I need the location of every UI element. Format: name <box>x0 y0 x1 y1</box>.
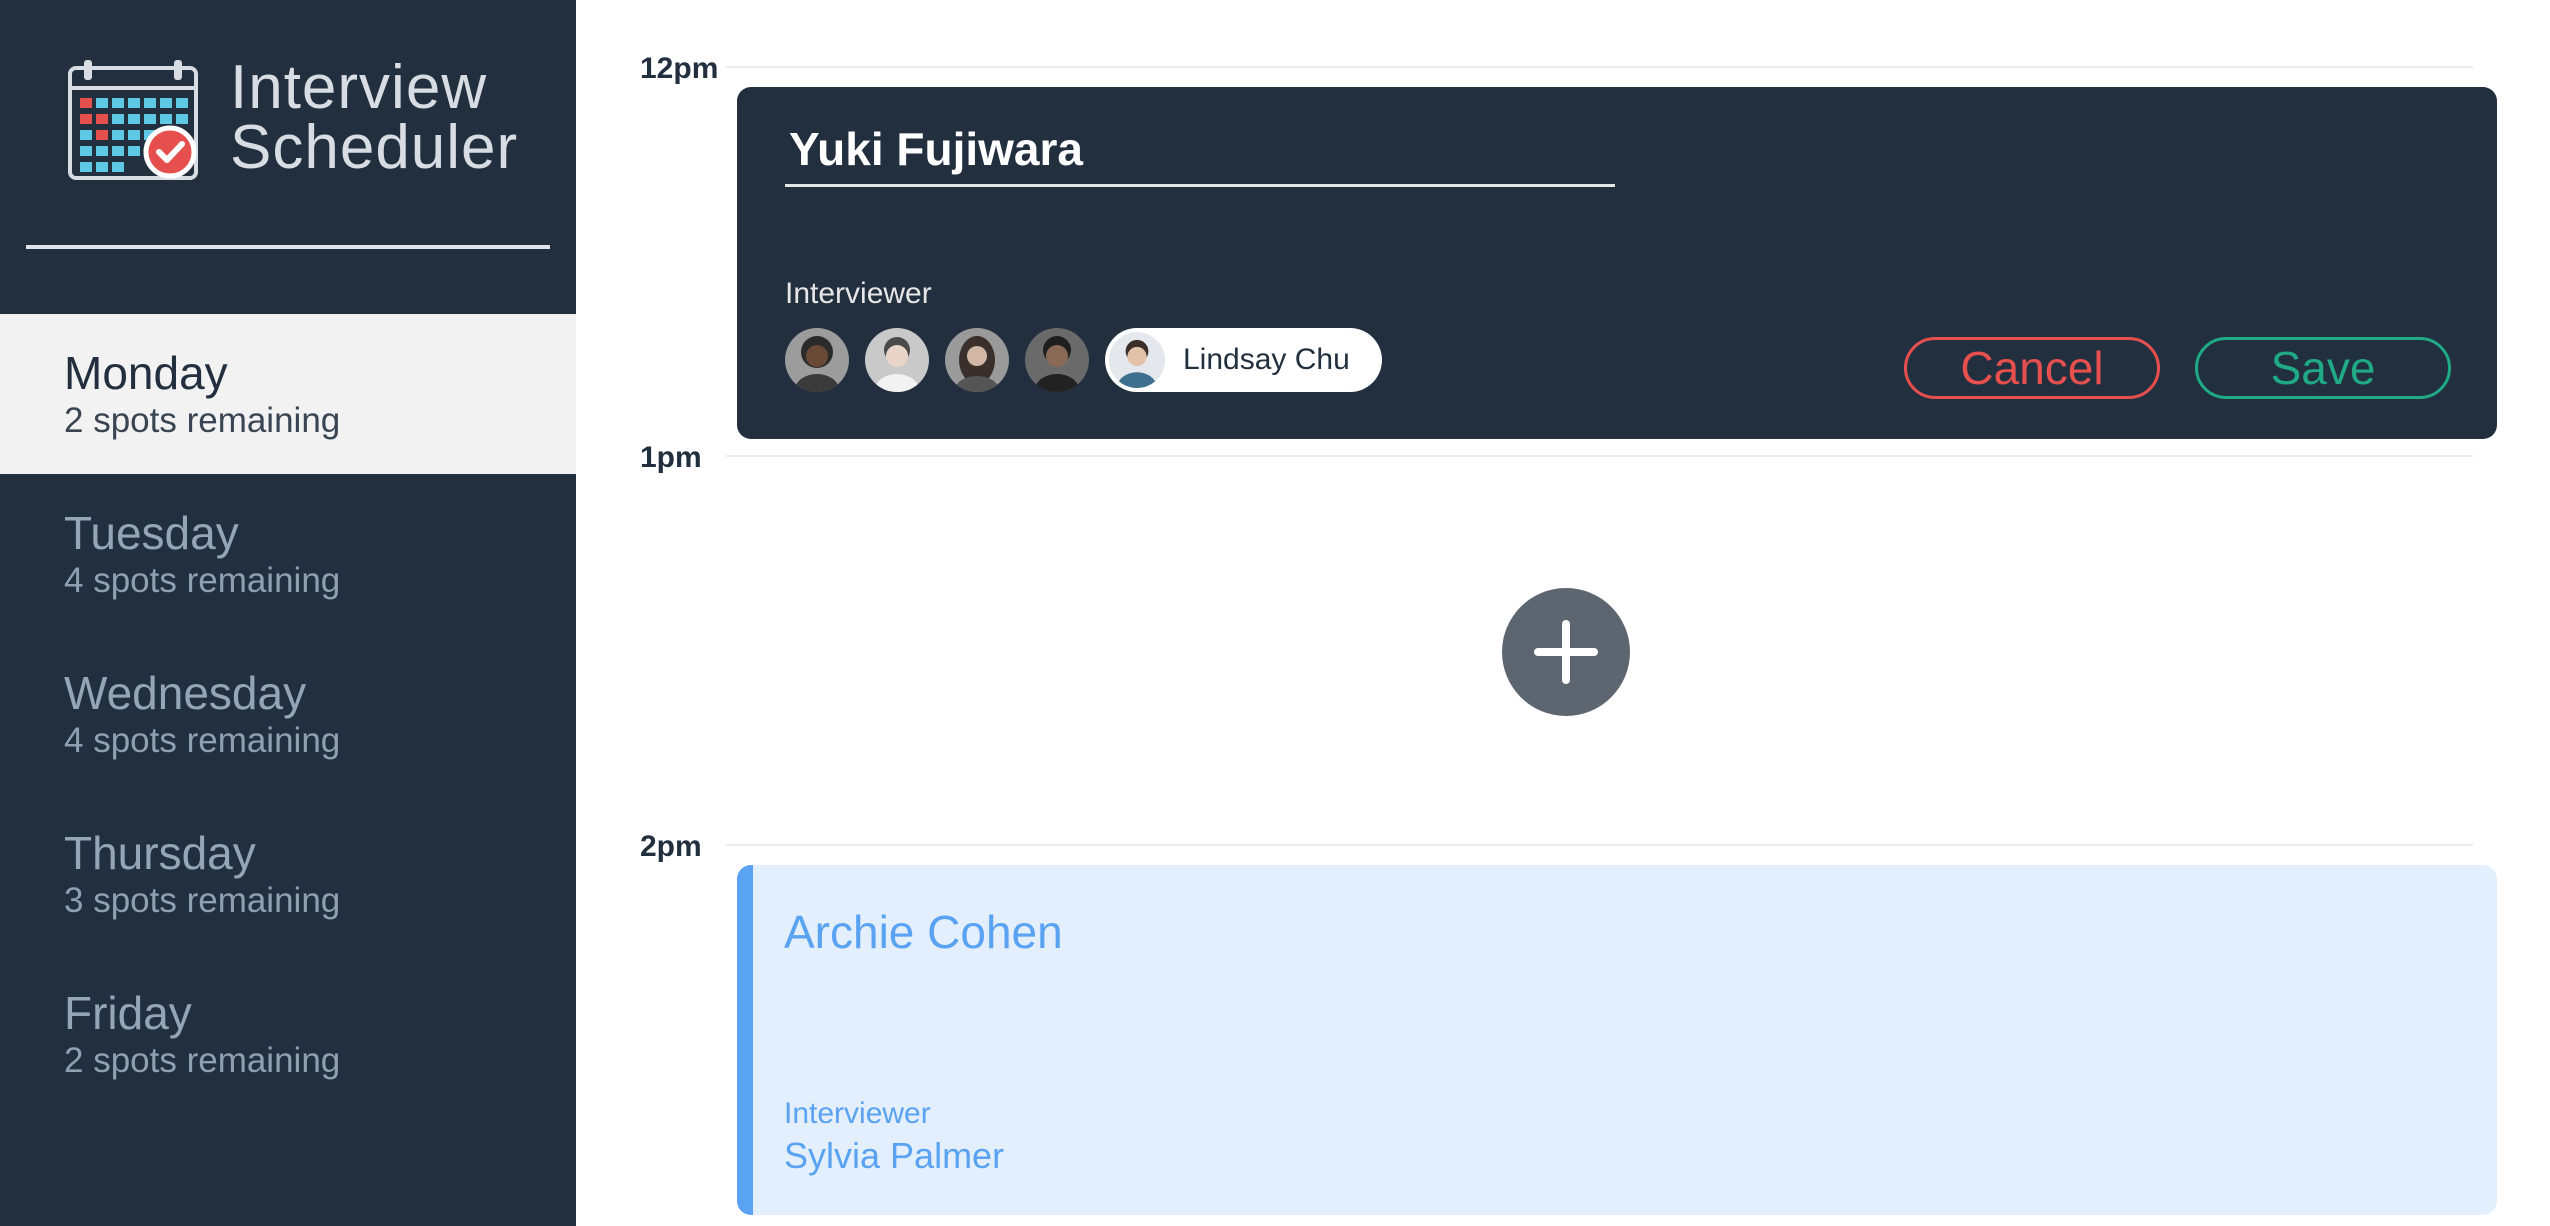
app-title-line1: Interview <box>230 53 488 122</box>
selected-interviewer[interactable]: Lindsay Chu <box>1105 328 1382 392</box>
appointment-student-name: Archie Cohen <box>784 906 1063 958</box>
appointment-interviewer-name: Sylvia Palmer <box>784 1135 1005 1176</box>
selected-interviewer-name: Lindsay Chu <box>1183 343 1350 376</box>
time-label-1pm: 1pm <box>640 441 702 474</box>
save-button[interactable]: Save <box>2195 337 2451 399</box>
day-name: Wednesday <box>64 667 307 719</box>
appointment-edit-form: Interviewer <box>737 87 2497 439</box>
add-appointment-button[interactable] <box>1502 588 1630 716</box>
app-title: Interview Scheduler <box>230 53 519 182</box>
student-name-input[interactable] <box>785 121 1615 187</box>
day-name: Tuesday <box>64 507 239 559</box>
schedule: 12pm 1pm 2pm Interviewer <box>576 0 2550 1226</box>
interviewer-label: Interviewer <box>785 277 932 310</box>
hour-divider <box>726 455 2473 457</box>
sidebar: Interview Scheduler Monday 2 spots remai… <box>0 0 576 1226</box>
calendar-check-icon <box>68 60 198 180</box>
plus-icon <box>1534 620 1598 684</box>
day-name: Thursday <box>64 827 256 879</box>
appointment-accent-bar <box>737 865 753 1215</box>
interviewer-avatar-icon[interactable] <box>1025 328 1089 392</box>
interviewer-avatar-icon[interactable] <box>785 328 849 392</box>
day-item-tuesday[interactable]: Tuesday 4 spots remaining <box>0 474 576 634</box>
day-spots: 2 spots remaining <box>64 1041 341 1080</box>
day-item-wednesday[interactable]: Wednesday 4 spots remaining <box>0 634 576 794</box>
day-item-friday[interactable]: Friday 2 spots remaining <box>0 954 576 1114</box>
day-spots: 2 spots remaining <box>64 401 341 440</box>
interviewer-avatar-icon[interactable] <box>865 328 929 392</box>
sidebar-divider <box>26 245 550 249</box>
time-label-12pm: 12pm <box>640 52 719 85</box>
day-name: Friday <box>64 987 192 1039</box>
day-item-monday[interactable]: Monday 2 spots remaining <box>0 314 576 474</box>
time-label-2pm: 2pm <box>640 830 702 863</box>
app-title-line2: Scheduler <box>230 113 519 182</box>
appointment-card[interactable]: Archie Cohen Interviewer Sylvia Palmer <box>737 865 2497 1215</box>
cancel-button[interactable]: Cancel <box>1904 337 2160 399</box>
appointment-interviewer-label: Interviewer <box>784 1097 931 1130</box>
hour-divider <box>726 66 2473 68</box>
day-item-thursday[interactable]: Thursday 3 spots remaining <box>0 794 576 954</box>
interviewer-list: Lindsay Chu <box>785 328 1382 392</box>
app: Interview Scheduler Monday 2 spots remai… <box>0 0 2550 1226</box>
day-list: Monday 2 spots remaining Tuesday 4 spots… <box>0 314 576 1114</box>
day-name: Monday <box>64 347 228 399</box>
interviewer-avatar-icon <box>1109 332 1165 388</box>
day-spots: 3 spots remaining <box>64 881 341 920</box>
day-spots: 4 spots remaining <box>64 561 341 600</box>
day-spots: 4 spots remaining <box>64 721 341 760</box>
interviewer-avatar-icon[interactable] <box>945 328 1009 392</box>
hour-divider <box>726 844 2473 846</box>
